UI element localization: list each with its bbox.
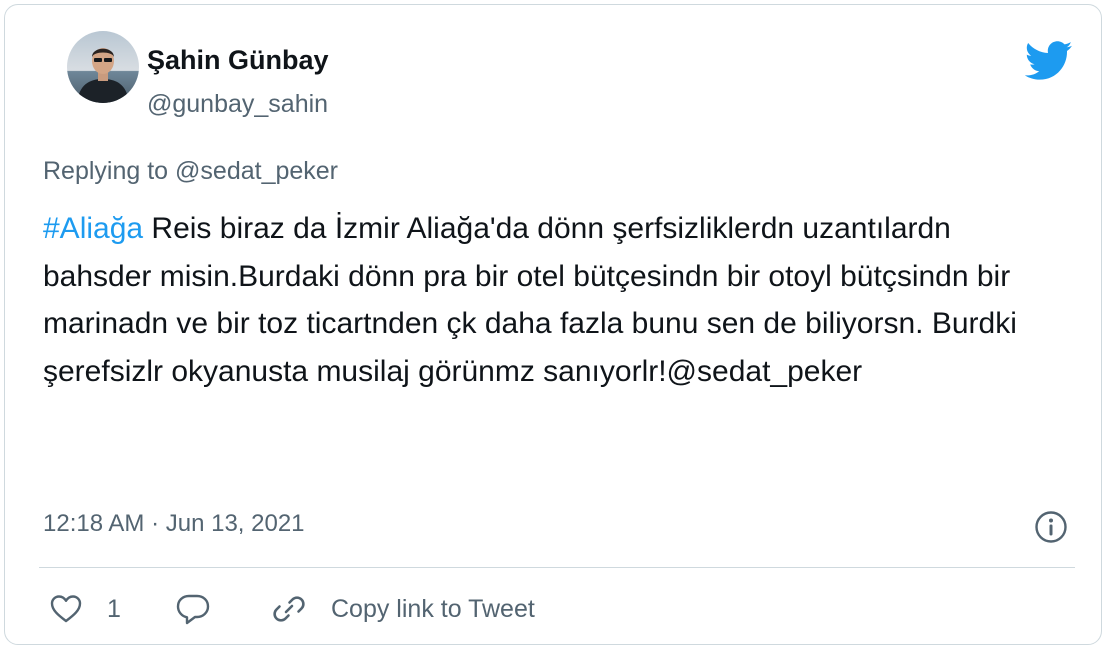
heart-icon[interactable]	[49, 592, 83, 626]
reply-mention-link[interactable]: @sedat_peker	[175, 157, 338, 185]
tweet-text: #Aliağa Reis biraz da İzmir Aliağa'da dö…	[43, 205, 1043, 395]
reply-bubble-icon[interactable]	[175, 592, 211, 626]
divider	[39, 567, 1075, 568]
hashtag-link[interactable]: #Aliağa	[43, 212, 143, 245]
info-icon[interactable]	[1034, 510, 1068, 544]
link-icon[interactable]	[271, 591, 307, 627]
tweet-timestamp[interactable]: 12:18 AM · Jun 13, 2021	[43, 510, 305, 538]
like-count[interactable]: 1	[107, 595, 121, 624]
replying-prefix: Replying to	[43, 157, 176, 185]
action-bar: 1 Copy link to Tweet	[49, 589, 1049, 629]
avatar[interactable]	[67, 31, 139, 103]
author-handle[interactable]: @gunbay_sahin	[147, 90, 328, 119]
copy-link-button[interactable]: Copy link to Tweet	[331, 595, 535, 624]
author-name[interactable]: Şahin Günbay	[147, 45, 329, 76]
replying-to: Replying to @sedat_peker	[43, 157, 338, 186]
tweet-body: Reis biraz da İzmir Aliağa'da dönn şerfs…	[43, 212, 1017, 388]
twitter-bird-icon[interactable]	[1025, 41, 1073, 81]
tweet-card[interactable]: Şahin Günbay @gunbay_sahin Replying to @…	[4, 4, 1102, 645]
